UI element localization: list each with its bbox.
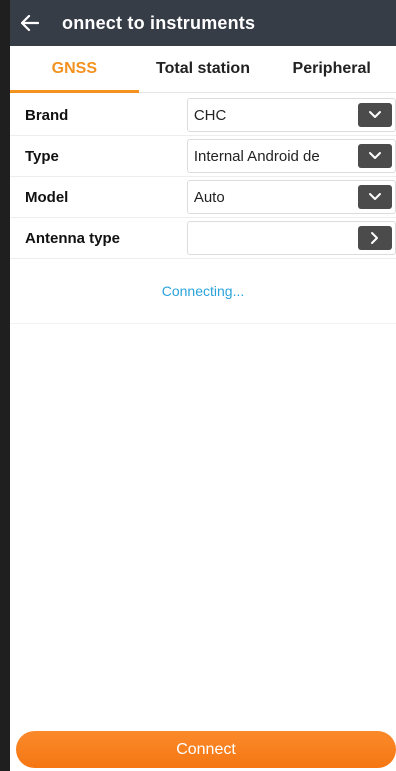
- connection-status: Connecting...: [10, 259, 396, 324]
- brand-label: Brand: [25, 106, 69, 124]
- chevron-down-icon: [369, 111, 381, 118]
- arrow-left-icon: [21, 15, 39, 31]
- type-select[interactable]: Internal Android de: [186, 139, 396, 173]
- brand-row: Brand CHC: [10, 95, 396, 136]
- top-app-bar: onnect to instruments: [10, 0, 396, 46]
- model-select[interactable]: Auto: [186, 180, 396, 214]
- type-value: Internal Android de: [193, 147, 320, 165]
- app-screen: onnect to instruments GNSS Total station…: [10, 0, 396, 771]
- brand-value: CHC: [193, 106, 227, 124]
- chevron-down-icon: [369, 152, 381, 159]
- antenna-type-label: Antenna type: [25, 229, 121, 247]
- connection-form: Brand CHC Type Internal Android de Model…: [10, 95, 396, 259]
- tab-total-station[interactable]: Total station: [139, 46, 268, 92]
- model-row: Model Auto: [10, 177, 396, 218]
- back-button[interactable]: [10, 0, 50, 46]
- window-edge: [0, 0, 10, 771]
- connect-button[interactable]: Connect: [16, 731, 396, 768]
- antenna-type-select[interactable]: [186, 221, 396, 255]
- model-value: Auto: [193, 188, 225, 206]
- antenna-type-row: Antenna type: [10, 218, 396, 259]
- tab-bar: GNSS Total station Peripheral: [10, 46, 396, 93]
- type-row: Type Internal Android de: [10, 136, 396, 177]
- type-label: Type: [25, 147, 59, 165]
- tab-peripheral[interactable]: Peripheral: [267, 46, 396, 92]
- antenna-type-open-button[interactable]: [358, 226, 392, 250]
- page-title: onnect to instruments: [62, 12, 256, 33]
- model-label: Model: [25, 188, 69, 206]
- tab-gnss[interactable]: GNSS: [10, 46, 139, 93]
- brand-dropdown-button[interactable]: [358, 103, 392, 127]
- model-dropdown-button[interactable]: [358, 185, 392, 209]
- chevron-down-icon: [369, 193, 381, 200]
- type-dropdown-button[interactable]: [358, 144, 392, 168]
- chevron-right-icon: [371, 232, 378, 244]
- status-text: Connecting...: [161, 283, 245, 299]
- brand-select[interactable]: CHC: [186, 98, 396, 132]
